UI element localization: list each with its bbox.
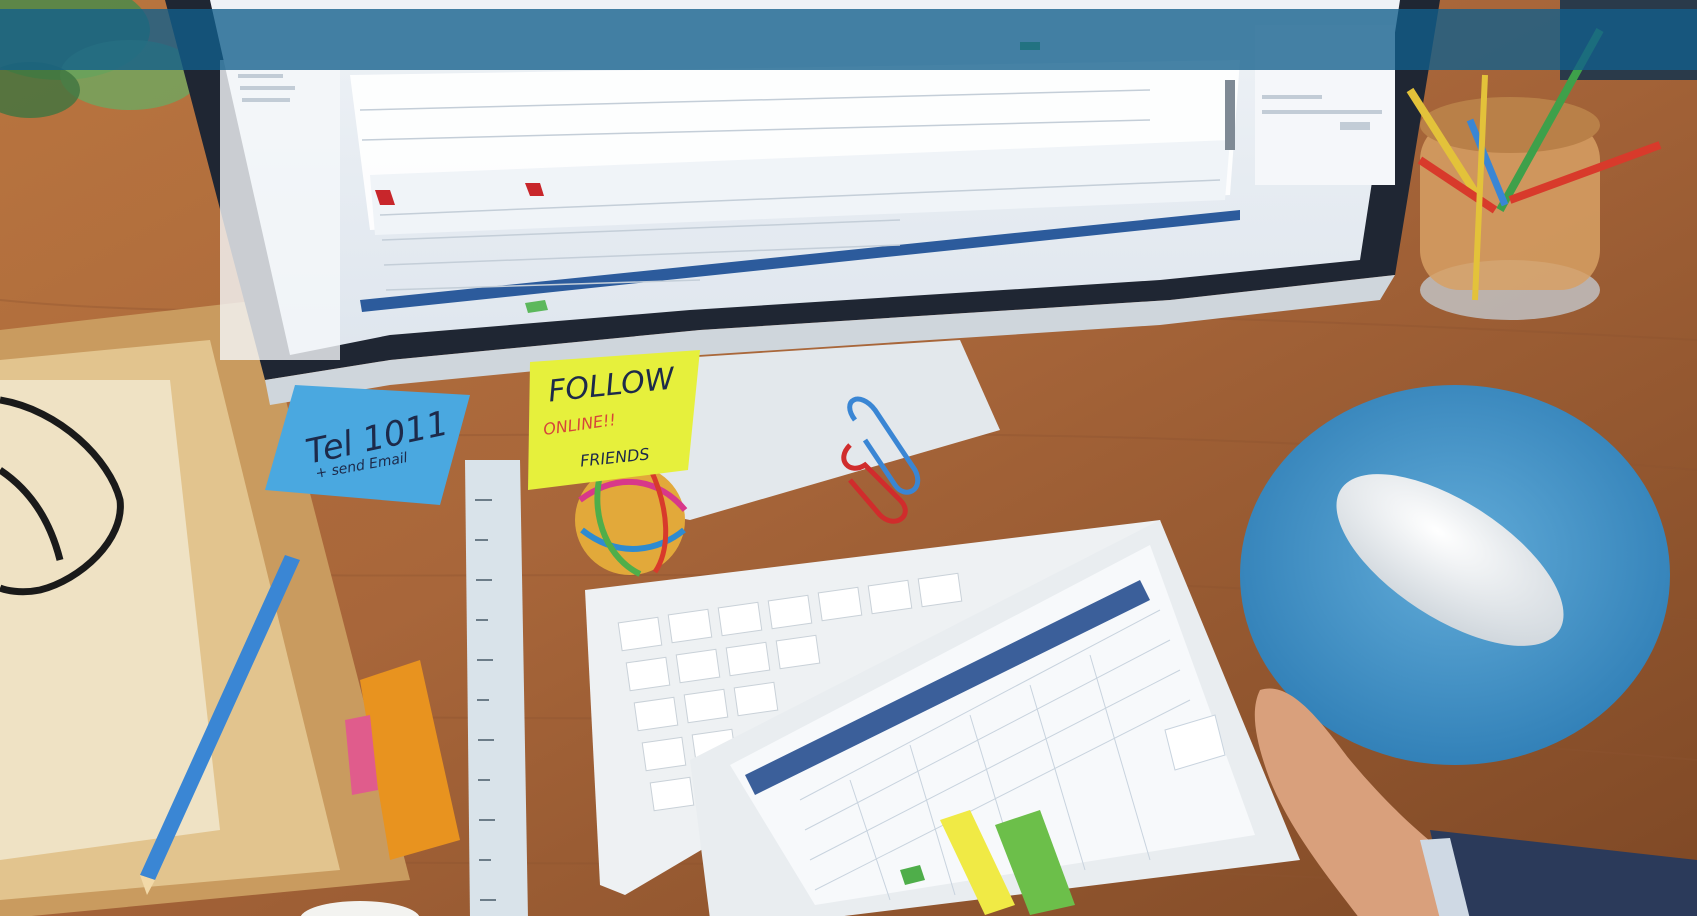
top-overlay-band: [0, 9, 1697, 70]
sticky-note-blue: [265, 385, 470, 505]
sticky-note-yellow: [528, 350, 700, 490]
desk-photo: [0, 0, 1697, 919]
ruler: [465, 460, 528, 919]
